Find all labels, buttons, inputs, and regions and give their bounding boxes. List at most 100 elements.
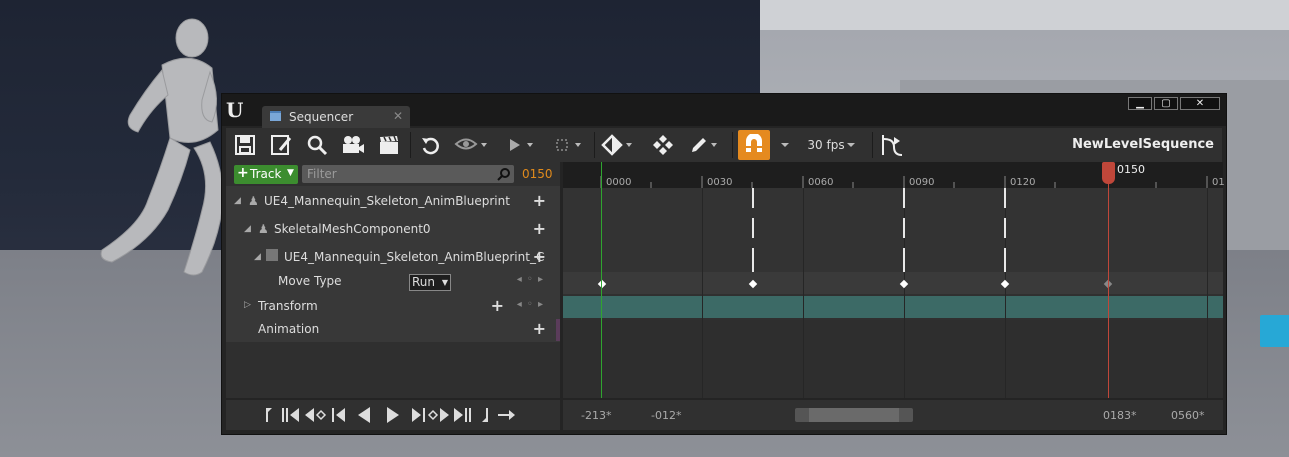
playhead-label: 0150 (1117, 163, 1145, 176)
sequencer-window: U Sequencer ✕ ▁ ▢ ✕ 30 fps NewLevelSeque… (221, 93, 1227, 435)
play-forward-icon (387, 407, 399, 423)
tree-row-anim-instance[interactable]: ◢ UE4_Mannequin_Skeleton_AnimBlueprint_C… (226, 244, 560, 272)
unreal-logo-icon: U (226, 98, 244, 122)
edit-tool-dropdown[interactable] (688, 132, 724, 158)
tick-label: 0030 (707, 177, 733, 188)
add-plus-icon[interactable]: + (533, 191, 546, 210)
render-movie-button[interactable] (376, 132, 402, 158)
tab-title: Sequencer (289, 110, 354, 124)
tick-label: 0120 (1010, 177, 1036, 188)
filter-placeholder: Filter (307, 167, 337, 181)
transport-icons (266, 407, 515, 423)
timeline-lane-animation[interactable] (563, 320, 1223, 398)
close-window-button[interactable]: ✕ (1180, 97, 1220, 110)
cyan-object (1260, 315, 1289, 347)
grid-line (803, 188, 804, 398)
find-button[interactable] (304, 132, 330, 158)
add-plus-icon[interactable]: + (491, 296, 504, 315)
grid-line (1207, 188, 1208, 398)
search-icon (497, 168, 510, 181)
framerate-dropdown[interactable]: 30 fps (802, 132, 862, 158)
find-icon (307, 135, 328, 156)
save-as-icon (271, 135, 292, 155)
collapse-triangle-icon[interactable]: ◢ (254, 252, 261, 262)
snap-options-dropdown[interactable] (776, 132, 794, 158)
jump-to-start-icon (282, 408, 299, 422)
save-button[interactable] (232, 132, 258, 158)
transform-button[interactable] (650, 132, 676, 158)
timeline-lane-move-type[interactable] (563, 272, 1223, 294)
timeline-lane-actor[interactable] (563, 188, 1223, 272)
move-type-select[interactable]: Run ▼ (409, 274, 451, 291)
playback-options-dropdown[interactable] (504, 132, 540, 158)
anim-blueprint-icon (266, 249, 278, 261)
toolbar-separator (732, 132, 733, 158)
key-icon (601, 134, 632, 156)
scrollbar-thumb[interactable] (809, 408, 899, 422)
minimize-button[interactable]: ▁ (1128, 97, 1152, 110)
row-label: UE4_Mannequin_Skeleton_AnimBlueprint_C (284, 250, 545, 264)
timeline-lane-transform[interactable] (563, 296, 1223, 318)
tree-row-actor[interactable]: ◢ ♟ UE4_Mannequin_Skeleton_AnimBlueprint… (226, 188, 560, 216)
playhead-handle[interactable] (1102, 162, 1115, 184)
row-label: UE4_Mannequin_Skeleton_AnimBlueprint (264, 194, 510, 208)
timeline-panel[interactable]: 0000 0030 0060 0090 0120 01 0150 (563, 162, 1225, 398)
curve-editor-button[interactable] (878, 132, 906, 158)
expand-triangle-icon[interactable]: ▷ (244, 300, 251, 310)
tick-label: 0000 (606, 177, 632, 188)
pen-icon (692, 138, 717, 152)
tab-sequencer[interactable]: Sequencer ✕ (262, 106, 410, 128)
sequence-name: NewLevelSequence (1072, 137, 1214, 152)
row-label: SkeletalMeshComponent0 (274, 222, 431, 236)
chevron-down-icon: ▼ (441, 278, 448, 287)
maximize-button[interactable]: ▢ (1154, 97, 1178, 110)
undo-icon (422, 137, 439, 155)
filter-input[interactable]: Filter (302, 165, 514, 183)
camera-button[interactable] (340, 132, 366, 158)
step-forward-icon (412, 408, 425, 422)
view-end-field[interactable]: 0560* (1171, 409, 1205, 422)
add-plus-icon[interactable]: + (533, 219, 546, 238)
view-start-field[interactable]: -213* (581, 409, 611, 422)
set-start-icon (266, 408, 272, 422)
title-bar: U Sequencer ✕ ▁ ▢ ✕ (222, 94, 1226, 128)
working-start-field[interactable]: -012* (651, 409, 681, 422)
clapper-icon (380, 135, 398, 154)
previous-key-icon (305, 408, 327, 422)
add-plus-icon[interactable]: + (533, 319, 546, 338)
key-navigation-icon[interactable]: ◂ ◦ ▸ (517, 299, 544, 310)
tab-close-icon[interactable]: ✕ (393, 109, 403, 123)
tree-row-animation[interactable]: Animation + (226, 318, 560, 340)
row-label: Transform (258, 299, 318, 313)
component-icon: ♟ (258, 222, 269, 236)
curve-editor-icon (882, 135, 903, 156)
tree-row-component[interactable]: ◢ ♟ SkeletalMeshComponent0 + (226, 216, 560, 244)
tick-label: 01 (1212, 177, 1225, 188)
toolbar-separator (872, 132, 873, 158)
visibility-dropdown[interactable] (452, 132, 492, 158)
selection-icon (556, 139, 581, 151)
add-plus-icon[interactable]: + (533, 247, 546, 266)
tree-row-transform[interactable]: ▷ Transform + ◂ ◦ ▸ (226, 295, 560, 317)
collapse-triangle-icon[interactable]: ◢ (234, 196, 241, 206)
collapse-triangle-icon[interactable]: ◢ (244, 224, 251, 234)
chevron-down-icon (781, 143, 789, 147)
add-track-button[interactable]: + Track ▼ (234, 165, 298, 184)
playback-start-line (601, 162, 602, 398)
tree-row-move-type[interactable]: Move Type Run ▼ ◂ ◦ ▸ (226, 270, 560, 294)
grey-block-top (760, 0, 1289, 30)
key-navigation-icon[interactable]: ◂ ◦ ▸ (517, 274, 544, 285)
timeline-scrollbar[interactable] (795, 408, 913, 422)
working-end-field[interactable]: 0183* (1103, 409, 1137, 422)
selection-dropdown[interactable] (552, 132, 588, 158)
actor-icon: ♟ (248, 194, 259, 208)
transform-icon (653, 135, 673, 155)
save-as-button[interactable] (268, 132, 294, 158)
snap-toggle-button[interactable] (738, 130, 770, 160)
plus-icon: + (237, 165, 249, 181)
key-dropdown[interactable] (600, 132, 638, 158)
toolbar: 30 fps NewLevelSequence (226, 128, 1222, 162)
save-icon (235, 135, 255, 155)
play-icon (510, 139, 533, 151)
restore-state-button[interactable] (418, 132, 444, 158)
